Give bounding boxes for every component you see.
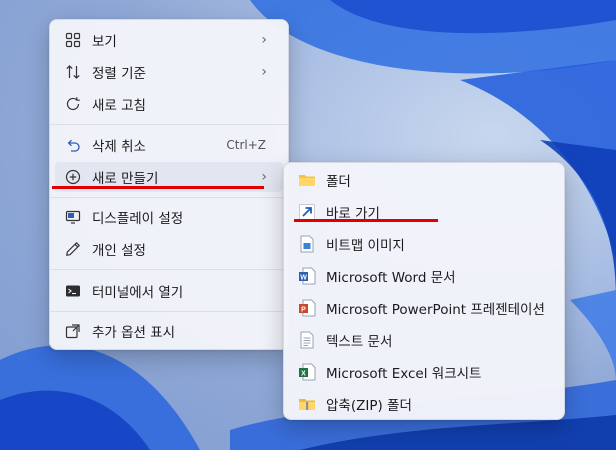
submenu-item-powerpoint-presentation[interactable]: P Microsoft PowerPoint 프레젠테이션 (289, 293, 559, 323)
menu-item-label: 디스플레이 설정 (92, 211, 184, 227)
menu-separator (50, 311, 288, 312)
submenu-item-label: Microsoft Word 문서 (326, 270, 456, 286)
submenu-item-excel-worksheet[interactable]: X Microsoft Excel 워크시트 (289, 357, 559, 387)
menu-item-display-settings[interactable]: 디스플레이 설정 (55, 202, 283, 232)
chevron-right-icon: › (261, 169, 267, 185)
svg-text:X: X (301, 370, 306, 377)
menu-separator (50, 269, 288, 270)
view-grid-icon (62, 29, 84, 51)
folder-icon (296, 169, 318, 191)
submenu-item-bitmap-image[interactable]: 비트맵 이미지 (289, 229, 559, 259)
desktop-context-menu: 보기 › 정렬 기준 › 새로 고침 삭제 취소 Ctrl+Z 새로 만들기 ›… (49, 19, 289, 350)
new-plus-icon (62, 166, 84, 188)
submenu-item-label: 폴더 (326, 174, 351, 190)
annotation-underline-new (52, 186, 264, 189)
submenu-item-label: 텍스트 문서 (326, 334, 393, 350)
refresh-icon (62, 93, 84, 115)
submenu-item-label: Microsoft Excel 워크시트 (326, 366, 482, 382)
bitmap-image-icon (296, 233, 318, 255)
menu-item-label: 정렬 기준 (92, 66, 146, 82)
more-options-icon (62, 320, 84, 342)
menu-separator (50, 197, 288, 198)
shortcut-hint: Ctrl+Z (226, 138, 266, 152)
svg-text:W: W (300, 274, 307, 281)
submenu-item-text-document[interactable]: 텍스트 문서 (289, 325, 559, 355)
menu-item-label: 개인 설정 (92, 243, 146, 259)
annotation-underline-shortcut (294, 219, 438, 222)
menu-item-label: 새로 만들기 (92, 171, 159, 187)
menu-item-sort-by[interactable]: 정렬 기준 › (55, 57, 283, 87)
excel-doc-icon: X (296, 361, 318, 383)
submenu-item-label: Microsoft PowerPoint 프레젠테이션 (326, 302, 545, 318)
menu-item-label: 터미널에서 열기 (92, 285, 184, 301)
text-doc-icon (296, 329, 318, 351)
word-doc-icon: W (296, 265, 318, 287)
submenu-item-shortcut[interactable]: 바로 가기 (289, 197, 559, 227)
menu-item-view[interactable]: 보기 › (55, 25, 283, 55)
submenu-item-word-document[interactable]: W Microsoft Word 문서 (289, 261, 559, 291)
sort-arrows-icon (62, 61, 84, 83)
zip-folder-icon (296, 393, 318, 415)
menu-item-undo-delete[interactable]: 삭제 취소 Ctrl+Z (55, 130, 283, 160)
powerpoint-doc-icon: P (296, 297, 318, 319)
menu-item-open-in-terminal[interactable]: 터미널에서 열기 (55, 276, 283, 306)
menu-item-label: 보기 (92, 34, 117, 50)
submenu-item-zip-folder[interactable]: 압축(ZIP) 폴더 (289, 389, 559, 419)
submenu-item-folder[interactable]: 폴더 (289, 165, 559, 195)
submenu-item-label: 압축(ZIP) 폴더 (326, 398, 412, 414)
chevron-right-icon: › (261, 32, 267, 48)
menu-separator (50, 124, 288, 125)
display-icon (62, 206, 84, 228)
undo-icon (62, 134, 84, 156)
terminal-icon (62, 280, 84, 302)
menu-item-label: 추가 옵션 표시 (92, 325, 176, 341)
menu-item-refresh[interactable]: 새로 고침 (55, 89, 283, 119)
menu-item-personalize[interactable]: 개인 설정 (55, 234, 283, 264)
pen-icon (62, 238, 84, 260)
menu-item-label: 삭제 취소 (92, 139, 146, 155)
menu-item-show-more-options[interactable]: 추가 옵션 표시 (55, 316, 283, 346)
menu-item-label: 새로 고침 (92, 98, 146, 114)
chevron-right-icon: › (261, 64, 267, 80)
submenu-item-label: 비트맵 이미지 (326, 238, 405, 254)
svg-text:P: P (301, 306, 306, 313)
new-submenu: 폴더 바로 가기 비트맵 이미지 W Microsoft Word 문서 P M… (283, 162, 565, 420)
